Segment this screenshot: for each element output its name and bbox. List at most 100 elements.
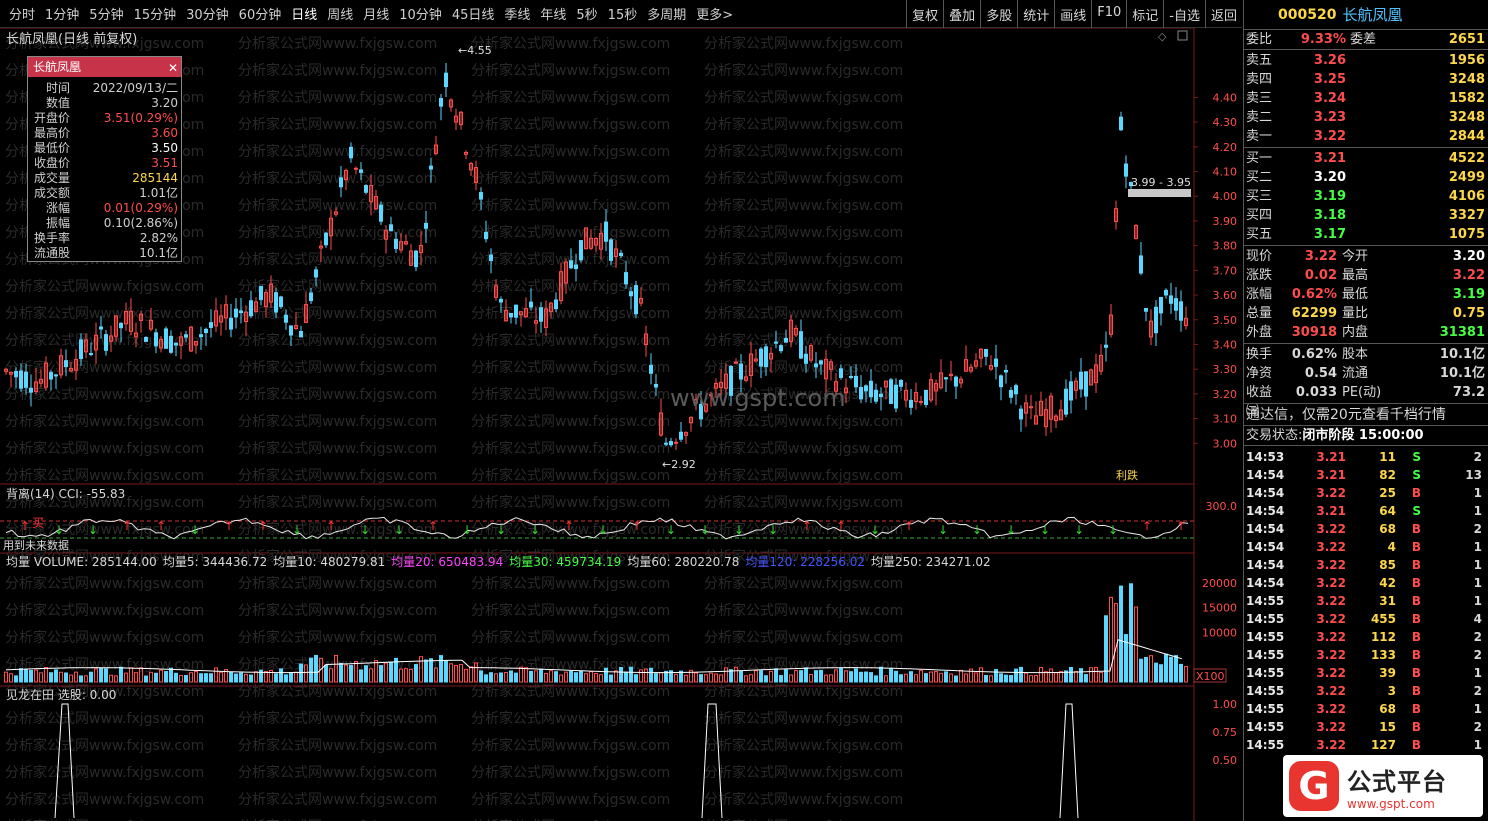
toolbar-tool-button[interactable]: 叠加: [943, 0, 980, 28]
period-tab[interactable]: 30分钟: [181, 4, 234, 23]
candle-body: [899, 380, 903, 387]
toolbar-tool-button[interactable]: 返回: [1204, 0, 1242, 28]
period-tab[interactable]: 多周期: [642, 4, 691, 23]
tick-side: B: [1411, 576, 1421, 590]
watermark-text: 分析家公式网www.fxjgsw.com: [471, 359, 670, 376]
candle-body: [379, 204, 383, 222]
notice-banner[interactable]: 通达信，仅需20元查看千档行情: [1244, 404, 1488, 426]
volume-bar: [594, 673, 598, 683]
period-tab[interactable]: 日线: [286, 4, 322, 23]
tick-row: 14:55 3.22 133 B 2: [1244, 646, 1488, 664]
period-tab[interactable]: 周线: [322, 4, 358, 23]
period-tab[interactable]: 分时: [4, 4, 40, 23]
candle-body: [864, 385, 868, 392]
period-tab[interactable]: 月线: [358, 4, 394, 23]
status-label: 交易状态:: [1246, 428, 1303, 443]
order-row[interactable]: 卖二 3.23 3248: [1244, 108, 1488, 127]
period-tab[interactable]: 1分钟: [40, 4, 84, 23]
tick-price: 3.22: [1316, 558, 1346, 572]
tick-count: 1: [1473, 504, 1482, 518]
toolbar: 分时 1分钟 5分钟 15分钟 30分钟 60分钟 日线 周线 月线 10分钟 45日线 季线 年线 5秒…: [0, 0, 1242, 28]
trade-status: 交易状态:闭市阶段 15:00:00: [1244, 426, 1488, 446]
volume-bar: [579, 670, 583, 683]
order-volume: 4522: [1448, 151, 1485, 166]
tick-count: 2: [1473, 648, 1482, 662]
down-arrow-icon: ↓: [394, 523, 404, 537]
period-tab[interactable]: 45日线: [447, 4, 500, 23]
close-icon[interactable]: ✕: [168, 58, 178, 78]
order-row[interactable]: 买二 3.20 2499: [1244, 168, 1488, 187]
toolbar-tool-button[interactable]: 多股: [980, 0, 1017, 28]
candle-body: [1069, 381, 1073, 401]
quote-value: 30918: [1291, 325, 1337, 340]
volume-bar: [944, 671, 948, 683]
volume-bar: [89, 671, 93, 683]
volume-bar: [749, 674, 753, 683]
period-tabs: 分时 1分钟 5分钟 15分钟 30分钟 60分钟 日线 周线 月线 10分钟 45日线 季线 年线 5秒…: [0, 4, 738, 23]
tick-list[interactable]: 14:53 3.21 11 S 2 14:54 3.21 82 S 13 14:54 3.22 25 B 1…: [1244, 446, 1488, 754]
period-tab[interactable]: 15分钟: [129, 4, 182, 23]
volume-bar: [1184, 665, 1188, 683]
order-row[interactable]: 卖三 3.24 1582: [1244, 89, 1488, 108]
candle-body: [574, 264, 578, 270]
tick-row: 14:54 3.22 25 B 1: [1244, 484, 1488, 502]
tick-time: 14:53: [1246, 450, 1285, 464]
period-tab[interactable]: 10分钟: [394, 4, 447, 23]
candle-body: [489, 254, 493, 262]
period-tab[interactable]: 60分钟: [234, 4, 287, 23]
volume-bar: [1059, 671, 1063, 683]
period-tab[interactable]: 5分钟: [84, 4, 128, 23]
toolbar-tool-button[interactable]: F10: [1091, 0, 1126, 28]
volume-bar: [1009, 675, 1013, 683]
order-row[interactable]: 卖一 3.22 2844: [1244, 127, 1488, 146]
toolbar-tool-button[interactable]: -自选: [1163, 0, 1205, 28]
period-tab[interactable]: 15秒: [603, 4, 643, 23]
candle-body: [484, 231, 488, 240]
quote-label: 换手: [1246, 347, 1273, 362]
toolbar-tool-button[interactable]: 画线: [1054, 0, 1091, 28]
volume-bar: [894, 670, 898, 683]
info-row: 涨幅 0.01(0.29%): [28, 201, 181, 216]
window-icon: [1177, 30, 1188, 41]
candle-body: [309, 292, 313, 302]
weicha-value: 2651: [1448, 32, 1485, 47]
volume-bar: [1174, 655, 1178, 683]
candle-body: [624, 272, 628, 285]
kline-chart-svg[interactable]: 分析家公式网www.fxjgsw.com 分析家公式网www.fxjgsw.com…: [0, 28, 1242, 821]
period-tab[interactable]: 5秒: [571, 4, 602, 23]
tick-price: 3.22: [1316, 648, 1346, 662]
watermark-text: 分析家公式网www.fxjgsw.com: [471, 737, 670, 754]
period-tab[interactable]: 更多>: [691, 4, 738, 23]
volume-bar: [909, 671, 913, 683]
volume-bar: [454, 664, 458, 683]
order-row[interactable]: 买五 3.17 1075: [1244, 225, 1488, 244]
period-tab[interactable]: 年线: [535, 4, 571, 23]
volume-bar: [824, 674, 828, 683]
toolbar-tool-button[interactable]: 统计: [1017, 0, 1054, 28]
tick-count: 4: [1473, 612, 1482, 626]
down-arrow-icon: ↓: [360, 523, 370, 537]
down-arrow-icon: ↓: [666, 523, 676, 537]
order-label: 卖一: [1246, 129, 1273, 144]
candle-body: [734, 361, 738, 364]
volume-bar: [819, 669, 823, 683]
order-row[interactable]: 卖四 3.25 3248: [1244, 70, 1488, 89]
order-row[interactable]: 卖五 3.26 1956: [1244, 51, 1488, 70]
order-row[interactable]: 买一 3.21 4522: [1244, 149, 1488, 168]
chart-area[interactable]: 分析家公式网www.fxjgsw.com 分析家公式网www.fxjgsw.com…: [0, 28, 1242, 821]
order-row[interactable]: 买三 3.19 4106: [1244, 187, 1488, 206]
info-row: 换手率 2.82%: [28, 231, 181, 246]
price-tick-label: 4.20: [1213, 141, 1238, 154]
period-tab[interactable]: 季线: [499, 4, 535, 23]
quote-label: 股本: [1342, 347, 1369, 362]
down-arrow-icon: ↓: [1074, 523, 1084, 537]
toolbar-tool-button[interactable]: 标记: [1126, 0, 1163, 28]
watermark-text: 分析家公式网www.fxjgsw.com: [5, 629, 204, 646]
order-row[interactable]: 买四 3.18 3327: [1244, 206, 1488, 225]
candle-body: [1009, 389, 1013, 398]
toolbar-tool-button[interactable]: 复权: [906, 0, 943, 28]
tick-row: 14:55 3.22 127 B 1: [1244, 736, 1488, 754]
tick-row: 14:54 3.22 4 B 1: [1244, 538, 1488, 556]
down-arrow-icon: ↓: [462, 523, 472, 537]
quote-value: 10.1亿: [1439, 347, 1485, 362]
